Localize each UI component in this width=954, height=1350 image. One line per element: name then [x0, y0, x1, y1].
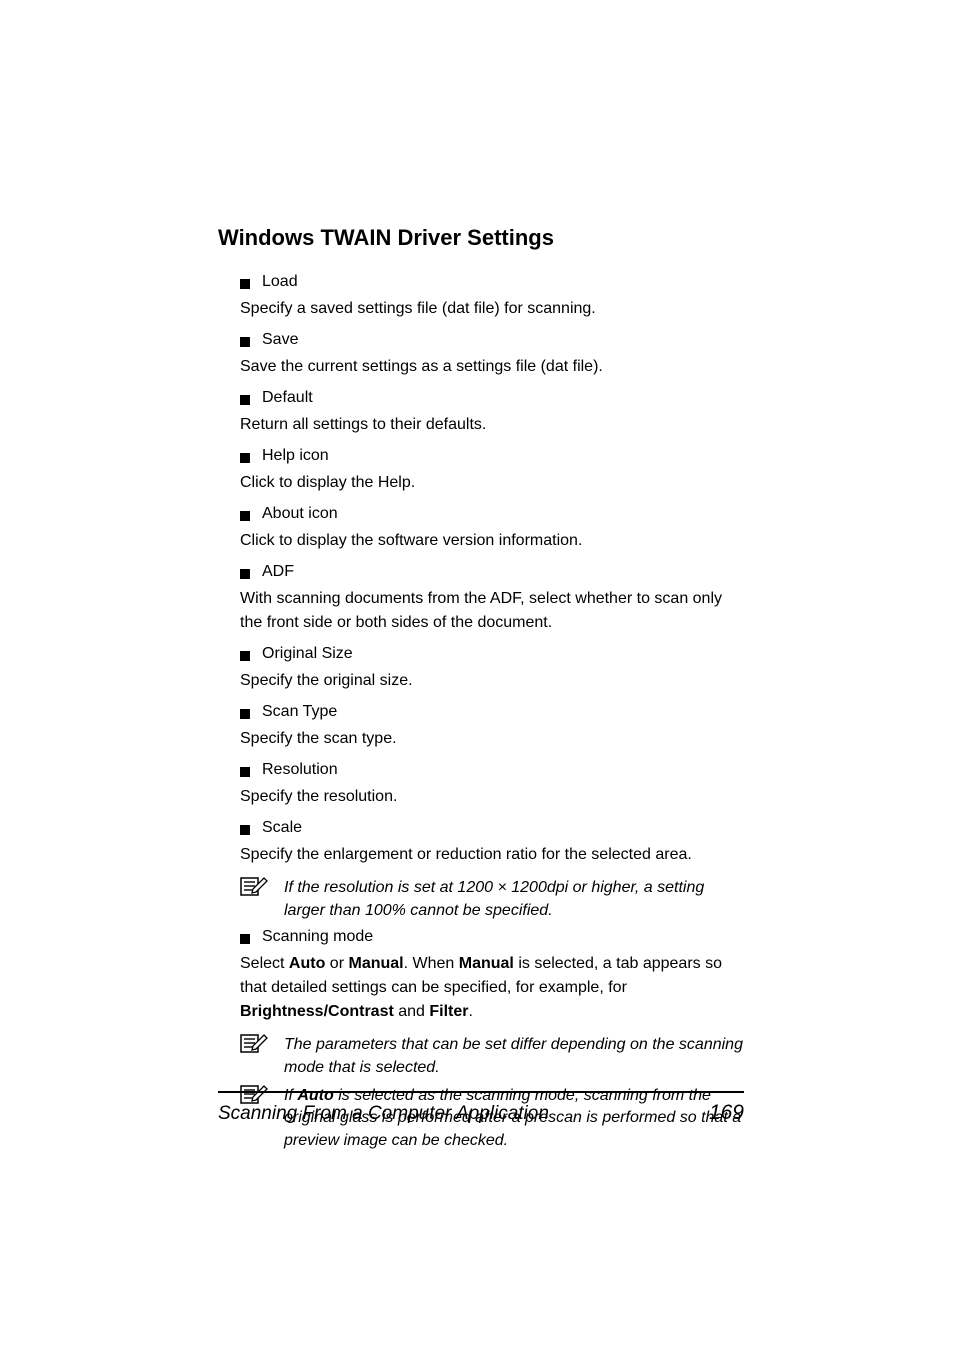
footer-title: Scanning From a Computer Application: [218, 1103, 549, 1125]
entry-desc: Select Auto or Manual. When Manual is se…: [240, 952, 744, 1024]
bold: Filter: [429, 1003, 468, 1020]
bullet-row: Help icon: [240, 447, 744, 465]
entry-load: Load Specify a saved settings file (dat …: [218, 273, 744, 321]
bullet-row: Scanning mode: [240, 928, 744, 946]
entry-desc: Specify the enlargement or reduction rat…: [240, 843, 744, 867]
entry-save: Save Save the current settings as a sett…: [218, 331, 744, 379]
entry-desc: Specify the scan type.: [240, 727, 744, 751]
bullet-row: Load: [240, 273, 744, 291]
square-bullet-icon: [240, 337, 250, 347]
entry-scan-type: Scan Type Specify the scan type.: [218, 703, 744, 751]
bold: Manual: [348, 955, 403, 972]
entry-label: About icon: [262, 505, 338, 523]
square-bullet-icon: [240, 453, 250, 463]
note-icon: [240, 1032, 268, 1059]
bold: Manual: [459, 955, 514, 972]
bullet-row: Original Size: [240, 645, 744, 663]
square-bullet-icon: [240, 511, 250, 521]
entry-label: Load: [262, 273, 298, 291]
entry-desc: Specify a saved settings file (dat file)…: [240, 297, 744, 321]
square-bullet-icon: [240, 767, 250, 777]
entry-resolution: Resolution Specify the resolution.: [218, 761, 744, 809]
bullet-row: Default: [240, 389, 744, 407]
section-title: Windows TWAIN Driver Settings: [218, 225, 744, 251]
square-bullet-icon: [240, 651, 250, 661]
entry-scanning-mode: Scanning mode Select Auto or Manual. Whe…: [218, 928, 744, 1024]
footer-rule: [218, 1091, 744, 1093]
document-page: Windows TWAIN Driver Settings Load Speci…: [0, 0, 954, 1350]
bullet-row: Scan Type: [240, 703, 744, 721]
note-icon: [240, 875, 268, 902]
settings-list: Load Specify a saved settings file (dat …: [218, 273, 744, 1152]
bullet-row: Resolution: [240, 761, 744, 779]
square-bullet-icon: [240, 279, 250, 289]
entry-desc: With scanning documents from the ADF, se…: [240, 587, 744, 635]
note-resolution: If the resolution is set at 1200 × 1200d…: [240, 877, 744, 922]
entry-desc: Return all settings to their defaults.: [240, 413, 744, 437]
entry-desc: Specify the original size.: [240, 669, 744, 693]
entry-help-icon: Help icon Click to display the Help.: [218, 447, 744, 495]
bullet-row: About icon: [240, 505, 744, 523]
text: and: [394, 1003, 430, 1020]
entry-desc: Click to display the software version in…: [240, 529, 744, 553]
entry-about-icon: About icon Click to display the software…: [218, 505, 744, 553]
square-bullet-icon: [240, 395, 250, 405]
bullet-row: Scale: [240, 819, 744, 837]
bullet-row: Save: [240, 331, 744, 349]
note-text: The parameters that can be set differ de…: [284, 1034, 744, 1079]
footer-line: Scanning From a Computer Application 169: [218, 1101, 744, 1125]
entry-label: ADF: [262, 563, 294, 581]
square-bullet-icon: [240, 825, 250, 835]
note-text: If the resolution is set at 1200 × 1200d…: [284, 877, 744, 922]
square-bullet-icon: [240, 934, 250, 944]
entry-label: Original Size: [262, 645, 353, 663]
entry-label: Scale: [262, 819, 302, 837]
text: . When: [404, 955, 459, 972]
bold: Auto: [289, 955, 325, 972]
entry-original-size: Original Size Specify the original size.: [218, 645, 744, 693]
text: Select: [240, 955, 289, 972]
entry-desc: Click to display the Help.: [240, 471, 744, 495]
bold: Brightness/Contrast: [240, 1003, 394, 1020]
entry-label: Resolution: [262, 761, 338, 779]
bullet-row: ADF: [240, 563, 744, 581]
entry-label: Scanning mode: [262, 928, 373, 946]
square-bullet-icon: [240, 569, 250, 579]
page-number: 169: [709, 1101, 744, 1125]
entry-default: Default Return all settings to their def…: [218, 389, 744, 437]
entry-desc: Specify the resolution.: [240, 785, 744, 809]
entry-label: Default: [262, 389, 313, 407]
note-parameters: The parameters that can be set differ de…: [240, 1034, 744, 1079]
entry-adf: ADF With scanning documents from the ADF…: [218, 563, 744, 635]
entry-label: Scan Type: [262, 703, 337, 721]
entry-label: Save: [262, 331, 298, 349]
text: .: [469, 1003, 473, 1020]
entry-desc: Save the current settings as a settings …: [240, 355, 744, 379]
entry-label: Help icon: [262, 447, 329, 465]
square-bullet-icon: [240, 709, 250, 719]
text: or: [325, 955, 348, 972]
page-footer: Scanning From a Computer Application 169: [218, 1091, 744, 1125]
entry-scale: Scale Specify the enlargement or reducti…: [218, 819, 744, 867]
